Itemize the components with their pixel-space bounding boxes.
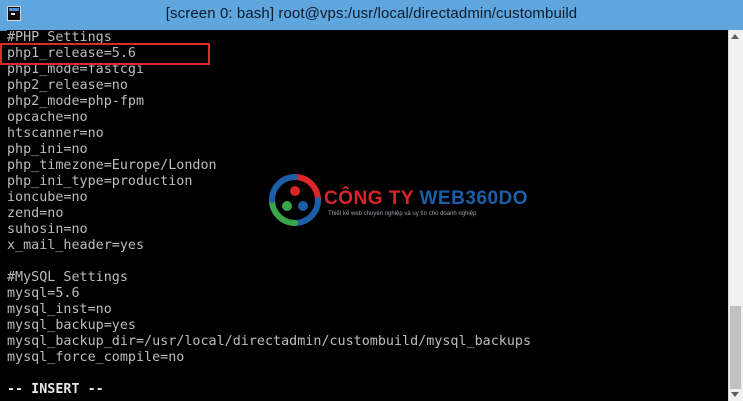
terminal-line-php-timezone: php_timezone=Europe/London xyxy=(7,158,217,173)
scroll-down-arrow-icon[interactable] xyxy=(731,392,739,397)
terminal-line-suhosin: suhosin=no xyxy=(7,222,88,237)
terminal-line-mysql-backup-dir: mysql_backup_dir=/usr/local/directadmin/… xyxy=(7,334,532,349)
window-titlebar[interactable]: [screen 0: bash] root@vps:/usr/local/dir… xyxy=(0,0,743,31)
terminal-line-php2-release: php2_release=no xyxy=(7,78,128,93)
highlight-box xyxy=(0,43,210,65)
terminal-line-htscanner: htscanner=no xyxy=(7,126,104,141)
scroll-up-arrow-icon[interactable] xyxy=(731,34,739,39)
terminal-line-zend: zend=no xyxy=(7,206,64,221)
terminal-line-mysql-force-compile: mysql_force_compile=no xyxy=(7,350,185,365)
company-logo-icon xyxy=(269,174,321,226)
terminal-line-ioncube: ioncube=no xyxy=(7,190,88,205)
watermark-logo: CÔNG TY WEB360DO Thiết kế web chuyên ngh… xyxy=(268,173,528,229)
terminal-line-x-mail-header: x_mail_header=yes xyxy=(7,238,145,253)
vim-insert-status: -- INSERT -- xyxy=(7,382,104,397)
terminal-line-mysql-inst: mysql_inst=no xyxy=(7,302,112,317)
terminal-line-php-ini-type: php_ini_type=production xyxy=(7,174,193,189)
company-name: CÔNG TY WEB360DO xyxy=(324,188,529,209)
terminal-line-php2-mode: php2_mode=php-fpm xyxy=(7,94,145,109)
terminal-line-mysql-backup: mysql_backup=yes xyxy=(7,318,136,333)
terminal-line-php-ini: php_ini=no xyxy=(7,142,88,157)
terminal-line-mysql-settings-header: #MySQL Settings xyxy=(7,270,128,285)
scrollbar-thumb[interactable] xyxy=(730,306,741,389)
terminal-line-mysql: mysql=5.6 xyxy=(7,286,80,301)
window-title: [screen 0: bash] root@vps:/usr/local/dir… xyxy=(165,5,578,22)
company-tagline: Thiết kế web chuyên nghiệp và uy tín cho… xyxy=(328,211,477,217)
terminal-line-opcache: opcache=no xyxy=(7,110,88,125)
